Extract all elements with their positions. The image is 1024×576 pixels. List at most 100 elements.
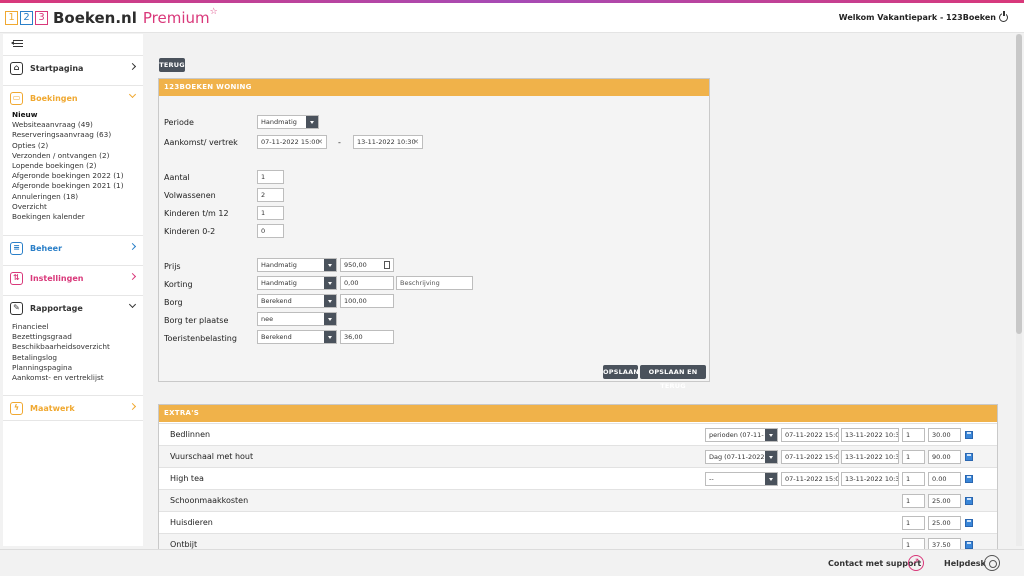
submenu-item[interactable]: Overzicht [12,202,143,212]
extra-row: High tea -- 07-11-2022 15:00 13-11-2022 … [159,467,997,489]
save-icon[interactable] [965,475,973,483]
logo-digit-2: 2 [20,11,33,25]
extra-name: Schoonmaakkosten [170,496,249,505]
save-icon[interactable] [965,453,973,461]
prijs-input[interactable]: 950,00 [340,258,394,272]
extra-price-input[interactable]: 90.00 [928,450,961,464]
save-icon[interactable] [965,497,973,505]
prijs-value: 950,00 [344,261,367,269]
dropdown-arrow-icon [324,277,336,289]
submenu-item[interactable]: Boekingen kalender [12,212,143,222]
departure-date-value: 13-11-2022 10:30 [357,138,416,146]
dropdown-arrow-icon [324,295,336,307]
extra-from-input[interactable]: 07-11-2022 15:00 [781,450,839,464]
back-button[interactable]: TERUG [159,58,185,72]
kinderen-12-input[interactable]: 1 [257,206,284,220]
korting-input[interactable]: 0,00 [340,276,394,290]
extra-price-input[interactable]: 25.00 [928,494,961,508]
sidebar-item-maatwerk[interactable]: ϟ Maatwerk [3,395,143,421]
extra-period-select[interactable]: -- [705,472,778,486]
extra-qty-input[interactable]: 1 [902,516,925,530]
extra-to-input[interactable]: 13-11-2022 10:30 [841,450,899,464]
kinderen-02-input[interactable]: 0 [257,224,284,238]
scrollbar-thumb[interactable] [1016,34,1022,334]
sidebar-item-instellingen[interactable]: ⇅ Instellingen [3,265,143,290]
extra-period-select[interactable]: perioden (07-11- [705,428,778,442]
sidebar-item-rapportage: ✎ Rapportage Financieel Bezettingsgraad … [3,295,143,383]
toeristen-label: Toeristenbelasting [164,334,237,343]
power-icon[interactable] [999,11,1008,22]
submenu-item[interactable]: Afgeronde boekingen 2021 (1) [12,181,143,191]
save-icon[interactable] [965,541,973,549]
sidebar-item-label: Maatwerk [30,403,75,413]
extra-qty-input[interactable]: 1 [902,472,925,486]
submenu-item[interactable]: Betalingslog [12,353,143,363]
submenu-item[interactable]: Nieuw [12,110,143,120]
prijs-mode-select[interactable]: Handmatig [257,258,337,272]
helpdesk-link[interactable]: Helpdesk [944,559,986,568]
korting-label: Korting [164,280,193,289]
booking-panel-title: 123BOEKEN WONING [159,79,709,96]
extra-qty-input[interactable]: 1 [902,494,925,508]
extra-qty-input[interactable]: 1 [902,428,925,442]
toeristen-input[interactable]: 36,00 [340,330,394,344]
aantal-input[interactable]: 1 [257,170,284,184]
submenu-item[interactable]: Bezettingsgraad [12,332,143,342]
submenu-item[interactable]: Aankomst- en vertreklijst [12,373,143,383]
save-and-back-button[interactable]: OPSLAAN EN TERUG [640,365,706,390]
save-icon[interactable] [965,519,973,527]
scrollbar[interactable] [1016,34,1022,546]
extra-period-value: -- [709,475,714,483]
borg-ter-plaatse-select[interactable]: nee [257,312,337,326]
extra-to-input[interactable]: 13-11-2022 10:30 [841,428,899,442]
clear-icon[interactable]: ✕ [317,136,323,148]
save-icon[interactable] [965,431,973,439]
submenu-item[interactable]: Beschikbaarheidsoverzicht [12,342,143,352]
clear-icon[interactable]: ✕ [413,136,419,148]
extra-from-input[interactable]: 07-11-2022 15:00 [781,472,839,486]
submenu-item[interactable]: Reserveringsaanvraag (63) [12,130,143,140]
lifebuoy-icon[interactable] [984,555,1000,571]
save-button[interactable]: OPSLAAN [603,365,639,379]
extra-price-input[interactable]: 25.00 [928,516,961,530]
toeristen-mode-select[interactable]: Berekend [257,330,337,344]
submenu-item[interactable]: Planningspagina [12,363,143,373]
extra-qty-input[interactable]: 1 [902,538,925,549]
departure-date-input[interactable]: 13-11-2022 10:30 ✕ [353,135,423,149]
sidebar-item-boekingen-header[interactable]: ▭ Boekingen [3,86,143,110]
settings-icon: ⇅ [10,271,23,285]
sidebar-item-rapportage-header[interactable]: ✎ Rapportage [3,296,143,320]
logo[interactable]: 1 2 3 Boeken.nl Premium ☆ [5,7,218,27]
logo-brand: Boeken.nl [53,9,137,27]
periode-select[interactable]: Handmatig [257,115,319,129]
extra-period-select[interactable]: Dag (07-11-2022 - [705,450,778,464]
sidebar-item-beheer[interactable]: ≡ Beheer [3,235,143,260]
sidebar-item-startpagina[interactable]: ⌂ Startpagina [3,55,143,80]
borg-input[interactable]: 100,00 [340,294,394,308]
submenu-item[interactable]: Opties (2) [12,141,143,151]
submenu-item[interactable]: Financieel [12,322,143,332]
submenu-item[interactable]: Lopende boekingen (2) [12,161,143,171]
menu-collapse-icon[interactable] [9,38,23,48]
extra-to-input[interactable]: 13-11-2022 10:30 [841,472,899,486]
calculator-icon[interactable] [384,261,390,269]
submenu-item[interactable]: Websiteaanvraag (49) [12,120,143,130]
star-icon: ☆ [209,7,218,17]
arrival-date-input[interactable]: 07-11-2022 15:00 ✕ [257,135,327,149]
submenu-item[interactable]: Verzonden / ontvangen (2) [12,151,143,161]
borg-mode-select[interactable]: Berekend [257,294,337,308]
extra-price-input[interactable]: 30.00 [928,428,961,442]
extra-price-input[interactable]: 0.00 [928,472,961,486]
extra-from-input[interactable]: 07-11-2022 15:00 [781,428,839,442]
extra-price-input[interactable]: 37.50 [928,538,961,549]
submenu-item[interactable]: Afgeronde boekingen 2022 (1) [12,171,143,181]
aantal-label: Aantal [164,173,190,182]
korting-description-input[interactable]: Beschrijving [396,276,473,290]
extra-qty-input[interactable]: 1 [902,450,925,464]
borg-label: Borg [164,298,183,307]
submenu-item[interactable]: Annuleringen (18) [12,192,143,202]
periode-label: Periode [164,118,194,127]
rocket-icon[interactable] [908,555,924,571]
volwassenen-input[interactable]: 2 [257,188,284,202]
korting-mode-select[interactable]: Handmatig [257,276,337,290]
